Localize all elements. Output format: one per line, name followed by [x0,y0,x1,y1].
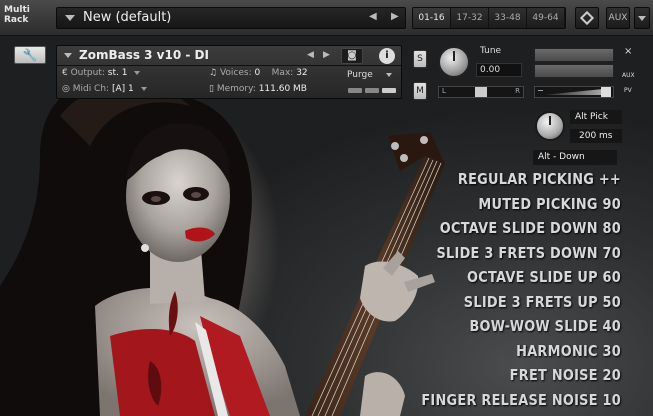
volume-slider[interactable] [534,86,614,98]
articulation-slide-3-frets-up[interactable]: SLIDE 3 FRETS UP 50 [415,293,621,318]
articulation-harmonic[interactable]: HARMONIC 30 [415,342,621,367]
multi-rack-header: Multi Rack New (default) ◀ ▶ 01-16 17-32… [0,0,653,36]
pan-slider[interactable]: L R [438,86,524,98]
rack-view-button[interactable] [575,7,599,29]
max-voices-value[interactable]: 32 [296,68,307,78]
articulation-slide-3-frets-down[interactable]: SLIDE 3 FRETS DOWN 70 [415,244,621,269]
tune-knob[interactable] [438,46,470,78]
output-label: Output: [70,68,105,78]
aux-button[interactable]: AUX [606,7,630,29]
memory-icon: ▯ [209,84,217,94]
voices-value: 0 [254,68,261,78]
purge-indicator [365,88,379,93]
instrument-next-button[interactable]: ▶ [323,50,330,60]
tab-range-01-16[interactable]: 01-16 [413,8,451,28]
pan-slider-thumb[interactable] [475,87,487,97]
midi-channel-row[interactable]: ◎ Midi Ch: [A] 1 [62,84,147,98]
camera-icon: ◙ [347,50,357,61]
pv-button[interactable]: PV [624,87,632,94]
mute-button[interactable]: M [413,82,427,100]
diamond-icon [579,10,595,26]
rack-prev-button[interactable]: ◀ [369,11,377,22]
chevron-down-icon [140,86,147,91]
instrument-name[interactable]: ZomBass 3 v10 - DI [79,48,209,62]
instrument-edit-button[interactable]: 🔧 [14,46,46,64]
tune-value[interactable]: 0.00 [476,63,522,77]
solo-button[interactable]: S [413,50,427,68]
tab-range-49-64[interactable]: 49-64 [527,8,565,28]
instrument-menu-icon[interactable] [64,53,72,58]
articulation-muted-picking[interactable]: MUTED PICKING 90 [415,195,621,220]
alt-pick-value[interactable]: 200 ms [570,129,622,143]
rack-menu-dropdown-icon[interactable] [65,15,75,21]
pan-right-label: R [515,87,520,95]
alt-pick-label: Alt Pick [570,110,622,124]
instrument-prev-button[interactable]: ◀ [307,50,314,60]
rack-name-field[interactable]: New (default) ◀ ▶ [56,7,406,29]
voices-icon: ♫ [209,68,220,78]
articulation-octave-slide-down[interactable]: OCTAVE SLIDE DOWN 80 [415,219,621,244]
articulation-octave-slide-up[interactable]: OCTAVE SLIDE UP 60 [415,268,621,293]
max-voices-label: Max: [271,68,294,78]
tab-range-17-32[interactable]: 17-32 [451,8,489,28]
knob-pointer [453,51,455,61]
articulation-list: REGULAR PICKING ++ MUTED PICKING 90 OCTA… [381,170,621,415]
midi-channel-value[interactable]: [A] 1 [112,84,134,94]
info-button[interactable]: i [379,48,395,64]
output-value[interactable]: st. 1 [108,68,128,78]
purge-indicators [348,88,396,94]
knob-pointer [549,116,551,125]
voices-row: ♫ Voices: 0 Max: 32 [209,68,308,82]
rack-next-button[interactable]: ▶ [391,11,399,22]
instrument-header: 🔧 ZomBass 3 v10 - DI ◀ ▶ ◙ i € Output: s… [8,42,642,102]
level-meter-right [534,64,614,78]
memory-row: ▯ Memory: 111.60 MB [209,84,307,98]
volume-minus-label: − [537,86,544,95]
purge-indicator [348,88,362,93]
purge-dropdown[interactable]: Purge [344,68,396,82]
midi-channel-label: Midi Ch: [72,84,110,94]
memory-value: 111.60 MB [258,84,307,94]
memory-label: Memory: [216,84,256,94]
articulation-fret-noise[interactable]: FRET NOISE 20 [415,366,621,391]
articulation-regular-picking[interactable]: REGULAR PICKING ++ [415,170,621,195]
tune-label: Tune [480,46,502,56]
tab-range-33-48[interactable]: 33-48 [489,8,527,28]
articulation-finger-release-noise[interactable]: FINGER RELEASE NOISE 10 [415,391,621,416]
multi-rack-label: Multi Rack [4,5,30,25]
close-instrument-button[interactable]: × [624,46,632,57]
instrument-info-box: ZomBass 3 v10 - DI ◀ ▶ ◙ i € Output: st.… [56,45,402,99]
volume-fill [543,89,603,95]
rack-name[interactable]: New (default) [83,10,171,25]
snapshot-button[interactable]: ◙ [341,48,363,64]
alt-pick-mode-selector[interactable]: Alt - Down [533,150,617,165]
rack-range-tabs: 01-16 17-32 33-48 49-64 [412,7,566,29]
articulation-bow-wow-slide[interactable]: BOW-WOW SLIDE 40 [415,317,621,342]
wrench-icon: 🔧 [22,48,38,62]
instrument-panel: 🔧 ZomBass 3 v10 - DI ◀ ▶ ◙ i € Output: s… [0,36,653,416]
voices-label: Voices: [219,68,252,78]
volume-slider-thumb[interactable] [601,87,611,97]
pan-left-label: L [442,87,446,95]
alt-pick-knob[interactable] [535,111,565,141]
level-meter-left [534,48,614,62]
instrument-name-row: ZomBass 3 v10 - DI ◀ ▶ ◙ i [57,46,401,66]
midi-icon: ◎ [62,84,73,94]
purge-label: Purge [347,70,373,80]
chevron-down-icon [638,16,646,21]
rack-options-button[interactable] [634,7,650,29]
aux-sends-button[interactable]: AUX [622,72,635,79]
output-row[interactable]: € Output: st. 1 [62,68,141,82]
chevron-down-icon [386,73,392,77]
chevron-down-icon [134,70,141,75]
purge-indicator [382,88,396,93]
output-icon: € [62,68,71,78]
